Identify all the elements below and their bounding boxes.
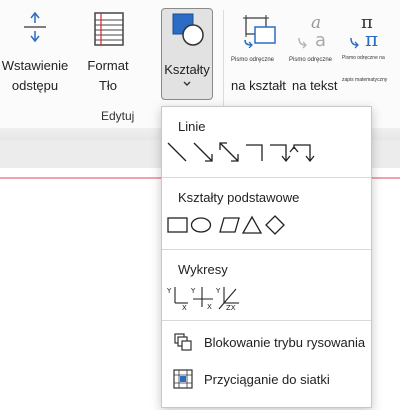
shapes-button-content[interactable]: Kształty [161, 12, 213, 88]
ink-to-text-label: Pismo odręczne [289, 57, 333, 63]
insert-space-button[interactable]: Wstawienie odstępu [0, 10, 70, 96]
page-format-button[interactable]: Format Tło [74, 10, 142, 96]
line-shape[interactable] [167, 142, 187, 162]
svg-text:X: X [207, 303, 212, 311]
ink-to-text-sub: na tekst [292, 78, 338, 93]
lines-row [167, 142, 315, 163]
lock-drawing-mode-item[interactable]: Blokowanie trybu rysowania [172, 329, 367, 355]
double-arrow-line-shape[interactable] [219, 142, 239, 162]
arrow-line-shape[interactable] [193, 142, 213, 162]
snap-to-grid-item[interactable]: Przyciąganie do siatki [172, 366, 367, 392]
cross-axis-chart-shape[interactable]: Y X [190, 287, 213, 311]
elbow-arrow-connector-shape[interactable] [270, 144, 291, 163]
charts-header: Wykresy [178, 262, 228, 277]
svg-text:X: X [182, 304, 187, 311]
ink-to-text-icon: a a [298, 13, 326, 50]
page-format-label-1: Format [87, 58, 129, 73]
lined-paper-icon [94, 12, 124, 46]
svg-text:ZX: ZX [226, 304, 236, 311]
menu-separator [162, 177, 371, 178]
chevron-down-icon [183, 81, 191, 86]
elbow-double-arrow-connector-shape[interactable] [289, 144, 315, 163]
ink-to-math-button[interactable]: π π [340, 10, 390, 50]
insert-space-icon [24, 11, 46, 43]
lines-header: Linie [178, 119, 206, 134]
lock-drawing-mode-icon [174, 333, 192, 351]
ink-to-text-button[interactable]: a a [290, 10, 336, 50]
shapes-label: Kształty [164, 62, 210, 77]
ink-to-shape-label: Pismo odręczne [231, 57, 275, 63]
group-separator [223, 10, 224, 120]
svg-text:Y: Y [215, 287, 221, 295]
triangle-shape[interactable] [241, 215, 263, 234]
3d-axis-chart-shape[interactable]: Y ZX [215, 287, 239, 311]
ink-to-math-icon: π π [350, 12, 378, 50]
ink-to-math-label: Pismo odręczne na [342, 55, 385, 61]
menu-separator [162, 320, 371, 321]
basic-shapes-row [167, 215, 285, 235]
rectangle-shape[interactable] [167, 217, 188, 233]
svg-text:a: a [315, 30, 326, 50]
ink-to-shape-button[interactable] [230, 12, 288, 48]
charts-row: Y X Y X Y ZX [166, 287, 239, 311]
shapes-icon [172, 13, 204, 46]
lock-drawing-mode-label: Blokowanie trybu rysowania [204, 334, 366, 350]
ink-to-math-sub: zapis matematyczny [342, 77, 388, 83]
shapes-dropdown-menu: Linie Kształty podstawowe Wykresy Y X Y … [161, 106, 372, 408]
snap-to-grid-icon [173, 369, 193, 389]
elbow-connector-shape[interactable] [246, 144, 263, 161]
insert-space-label-2: odstępu [11, 78, 59, 93]
menu-separator [162, 249, 371, 250]
ink-to-shape-icon [243, 15, 276, 48]
svg-text:Y: Y [166, 287, 172, 295]
basic-shapes-header: Kształty podstawowe [178, 190, 300, 205]
edit-group-label: Edytuj [101, 109, 135, 123]
insert-space-label-1: Wstawienie [1, 58, 69, 73]
xy-axis-chart-shape[interactable]: Y X [166, 287, 188, 311]
svg-text:π: π [365, 27, 378, 50]
snap-to-grid-label: Przyciąganie do siatki [204, 371, 330, 387]
diamond-shape[interactable] [265, 215, 285, 235]
ink-to-shape-sub: na kształt [231, 78, 286, 93]
svg-text:Y: Y [190, 287, 196, 295]
parallelogram-shape[interactable] [219, 217, 240, 233]
ellipse-shape[interactable] [190, 217, 212, 233]
page-format-label-2: Tło [98, 78, 118, 93]
